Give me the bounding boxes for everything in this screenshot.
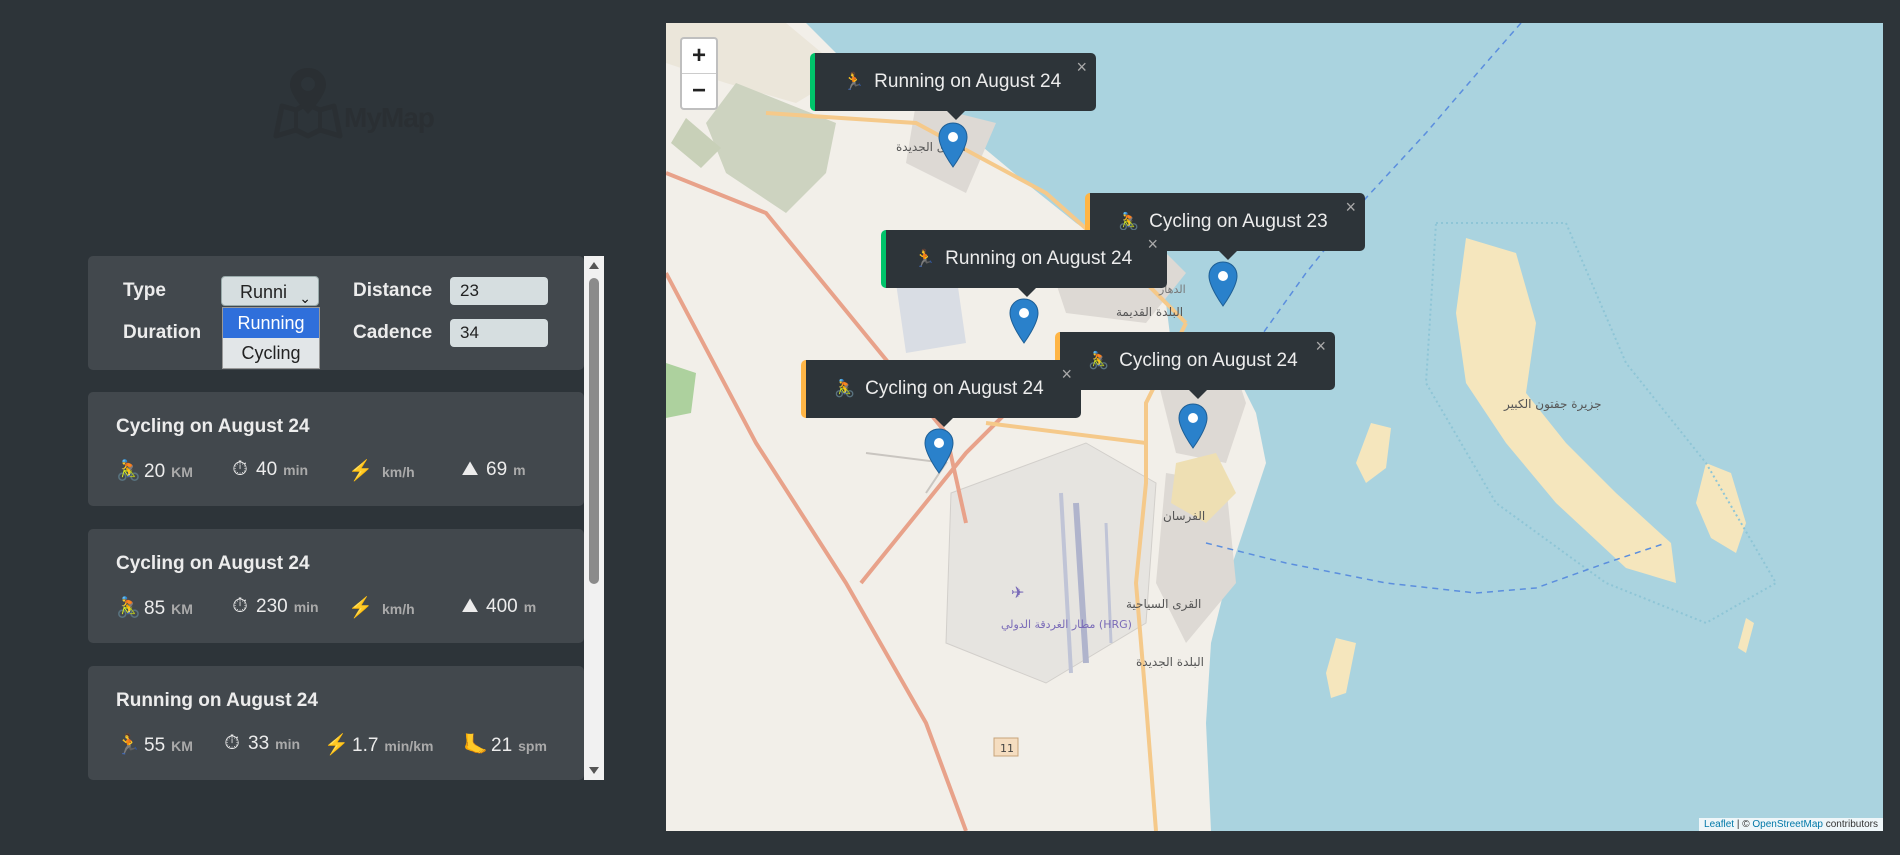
lightning-icon: ⚡️ [324,734,349,756]
type-option-running[interactable]: Running [223,308,319,338]
scroll-thumb[interactable] [589,278,599,584]
popup-text: Running on August 24 [945,248,1133,269]
workout-list-scrollbar[interactable] [584,256,604,780]
map-label: مطار الغردقة الدولي (HRG) [1001,618,1132,631]
workout-popup[interactable]: 🏃 Running on August 24 × [810,53,1096,120]
stopwatch-icon: ⏱ [232,595,248,617]
map-label: البلدة الجديدة [1136,655,1204,669]
workout-cadence: 🦶 21 spm [463,734,547,756]
popup-text: Cycling on August 24 [1119,350,1298,371]
cadence-input[interactable] [450,319,548,347]
workout-duration: ⏱ 230 min [228,595,318,618]
type-label: Type [123,280,166,301]
lightning-icon: ⚡️ [348,460,373,482]
popup-text: Cycling on August 24 [865,378,1044,399]
lightning-icon: ⚡️ [348,597,373,619]
zoom-out-button[interactable]: − [682,73,716,108]
workout-distance: 🏃 55 KM [116,734,193,756]
workout-title: Cycling on August 24 [116,553,310,574]
workout-elevation: ⛰ 400 m [458,595,537,618]
workout-item[interactable]: Cycling on August 24 🚴 20 KM ⏱ 40 min ⚡️… [88,392,584,506]
workout-distance: 🚴 20 KM [116,460,193,482]
workout-speed: ⚡️ km/h [348,597,415,619]
workout-elevation: ⛰ 69 m [458,458,526,481]
map-label: القرى السياحية [1126,597,1201,612]
workout-title: Cycling on August 24 [116,416,310,437]
cyclist-icon: 🚴 [1118,212,1140,231]
foot-icon: 🦶 [463,734,488,756]
mountain-icon: ⛰ [461,458,479,480]
map-marker-icon[interactable] [924,428,954,474]
close-icon[interactable]: × [1315,336,1326,357]
cadence-label: Cadence [353,322,433,343]
close-icon[interactable]: × [1345,197,1356,218]
popup-tip [1016,287,1037,297]
cyclist-icon: 🚴 [1088,351,1110,370]
close-icon[interactable]: × [1147,234,1158,255]
workout-duration: ⏱ 33 min [220,732,300,755]
map-marker-icon[interactable] [1009,298,1039,344]
popup-text: Running on August 24 [874,71,1062,92]
runner-icon: 🏃 [116,734,141,756]
cyclist-icon: 🚴 [116,597,141,619]
close-icon[interactable]: × [1076,57,1087,78]
map[interactable]: القرى الجديدة البلدة القديمة الدهار الفر… [666,23,1883,831]
popup-tip [1187,389,1208,399]
workout-duration: ⏱ 40 min [228,458,308,481]
popup-text: Cycling on August 23 [1149,211,1328,232]
stopwatch-icon: ⏱ [232,458,248,480]
duration-label: Duration [123,322,202,343]
map-label: الفرسان [1163,509,1205,524]
cyclist-icon: 🚴 [834,379,856,398]
map-attribution: Leaflet | © OpenStreetMap contributors [1699,818,1883,831]
workout-popup[interactable]: 🏃 Running on August 24 × [881,230,1167,297]
popup-tip [933,417,954,427]
workout-popup[interactable]: 🚴 Cycling on August 24 × [1055,332,1335,399]
map-tiles[interactable]: القرى الجديدة البلدة القديمة الدهار الفر… [666,23,1883,831]
close-icon[interactable]: × [1061,364,1072,385]
sidebar: MyMap Type Runni ⌄ Running Cycling Dista… [0,0,660,855]
workout-form: Type Runni ⌄ Running Cycling Distance Du… [88,256,584,370]
workout-popup[interactable]: 🚴 Cycling on August 24 × [801,360,1081,427]
map-label: 11 [1000,742,1014,755]
distance-label: Distance [353,280,433,301]
popup-tip [945,110,966,120]
cyclist-icon: 🚴 [116,460,141,482]
mountain-icon: ⛰ [461,595,479,617]
workout-item[interactable]: Cycling on August 24 🚴 85 KM ⏱ 230 min ⚡… [88,529,584,643]
logo-text: MyMap [344,102,435,133]
workout-item[interactable]: Running on August 24 🏃 55 KM ⏱ 33 min ⚡️… [88,666,584,780]
map-marker-icon[interactable] [1208,261,1238,307]
workout-distance: 🚴 85 KM [116,597,193,619]
runner-icon: 🏃 [843,72,865,91]
type-option-cycling[interactable]: Cycling [223,338,319,368]
runner-icon: 🏃 [914,249,936,268]
popup-tip [1217,250,1238,260]
distance-input[interactable] [450,277,548,305]
type-select[interactable]: Runni ⌄ [221,276,319,306]
workout-speed: ⚡️ km/h [348,460,415,482]
logo: MyMap [270,66,435,140]
type-dropdown: Running Cycling [222,307,320,369]
type-select-value: Runni [240,282,288,302]
airplane-icon: ✈ [1011,583,1024,602]
zoom-control: + − [680,37,718,110]
leaflet-link[interactable]: Leaflet [1704,819,1734,830]
workout-pace: ⚡️ 1.7 min/km [324,734,434,756]
map-label: جزيرة جفتون الكبير [1503,397,1602,412]
map-label: البلدة القديمة [1116,305,1183,319]
stopwatch-icon: ⏱ [224,732,240,754]
zoom-in-button[interactable]: + [682,39,716,73]
scroll-down-arrow-icon[interactable] [589,767,599,774]
scroll-up-arrow-icon[interactable] [589,262,599,269]
workout-list: Type Runni ⌄ Running Cycling Distance Du… [88,256,604,780]
osm-link[interactable]: OpenStreetMap [1752,819,1823,830]
map-marker-icon[interactable] [1178,403,1208,449]
workout-title: Running on August 24 [116,690,318,711]
map-pin-icon [273,68,343,139]
map-marker-icon[interactable] [938,122,968,168]
